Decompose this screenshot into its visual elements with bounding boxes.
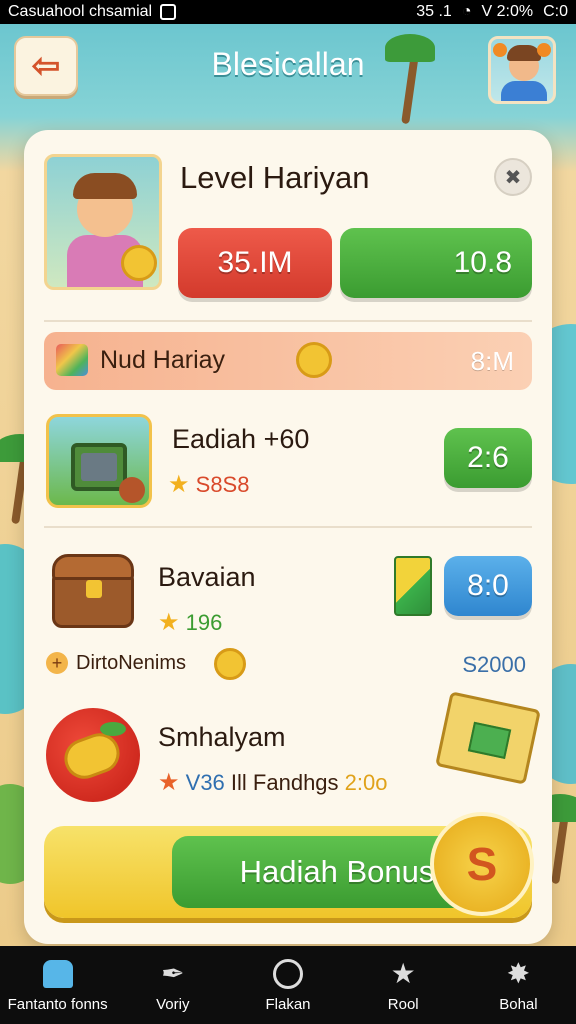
close-button[interactable]: ✖ (494, 158, 532, 196)
star-icon: ★ (158, 769, 180, 796)
flag-icon (394, 556, 432, 616)
divider (44, 320, 532, 322)
red-value-button[interactable]: 35.IM (178, 228, 332, 298)
treasure-chest-icon (48, 550, 138, 630)
row-sub-3: ★ V36 Ill Fandhgs 2:0o (158, 768, 388, 797)
tv-reward-thumbnail (46, 414, 152, 508)
back-button[interactable]: ⇦ (14, 36, 78, 96)
divider (44, 526, 532, 528)
nav-item-rool[interactable]: ★ Rool (346, 946, 461, 1024)
nav-item-bohal[interactable]: ✸ Bohal (461, 946, 576, 1024)
sub-bar-label: Nud Hariay (100, 346, 226, 374)
wifi-icon: ◔ (461, 3, 472, 20)
tv-icon (71, 443, 127, 491)
cube-icon (56, 344, 88, 376)
status-bar: Casuahool chsamial 35 .1 ◔ V 2:0% C:0 (0, 0, 576, 24)
row-sub-value-2: 196 (185, 610, 223, 635)
carrier-name: Casuahool chsamial (8, 3, 153, 20)
notification-icon (160, 4, 177, 20)
character-portrait (44, 154, 162, 290)
sparkle-icon: ✸ (506, 958, 531, 989)
header: ⇦ Blesicallan (0, 24, 576, 112)
green-value-button[interactable]: 10.8 (340, 228, 532, 298)
sub-bar-value: 8:M (470, 346, 514, 376)
star-icon: ★ (158, 609, 180, 636)
row-sub-value-3: 2:0o (344, 770, 388, 795)
compass-icon (271, 958, 305, 990)
avatar[interactable] (488, 36, 556, 104)
row-sub-2: ★ 196 (158, 608, 222, 637)
signal-text: 35 .1 (416, 3, 452, 20)
row-sub-value-1: S8S8 (195, 472, 250, 497)
nav-item-home[interactable]: Fantanto fonns (0, 946, 115, 1024)
nav-label-flakan: Flakan (265, 995, 311, 1013)
row-title-2: Bavaian (158, 562, 256, 592)
dollar-badge-icon: S (430, 812, 534, 916)
row-sub-1: ★ S8S8 (168, 470, 249, 499)
plus-icon: + (46, 652, 68, 674)
bottom-nav: Fantanto fonns ✒ Voriy Flakan ★ Rool ✸ B… (0, 946, 576, 1024)
row-sub-prefix-3: V36 (185, 770, 225, 795)
info-line: + DirtoNenims S2000 (44, 648, 532, 682)
back-arrow-icon: ⇦ (31, 47, 61, 85)
star-icon: ★ (390, 958, 416, 989)
row-title-1: Eadiah +60 (172, 424, 310, 454)
home-icon (41, 958, 75, 990)
coin-icon (121, 245, 157, 281)
daily-sub-bar[interactable]: Nud Hariay 8:M (44, 332, 532, 390)
row-title-3: Smhalyam (158, 722, 286, 752)
page-title: Blesicallan (211, 46, 365, 82)
battery-text: V 2:0% (481, 3, 534, 20)
level-title: Level Hariyan (180, 160, 370, 195)
claim-button-1[interactable]: 2:6 (444, 428, 532, 488)
extra-status: C:0 (543, 3, 568, 20)
close-icon: ✖ (504, 166, 522, 189)
nav-label-bohal: Bohal (499, 995, 538, 1013)
row-sub-text-3: Ill Fandhgs (230, 770, 339, 795)
info-label: DirtoNenims (76, 652, 187, 674)
nav-item-voriy[interactable]: ✒ Voriy (115, 946, 230, 1024)
nav-label-rool: Rool (387, 995, 419, 1013)
coin-icon (296, 342, 332, 378)
nav-label-voriy: Voriy (156, 995, 190, 1013)
nav-item-flakan[interactable]: Flakan (230, 946, 345, 1024)
info-value: S2000 (462, 652, 526, 677)
nav-label-home: Fantanto fonns (7, 995, 108, 1013)
claim-button-2[interactable]: 8:0 (444, 556, 532, 616)
feather-icon: ✒ (161, 958, 185, 989)
fruit-icon (46, 708, 140, 802)
star-icon: ★ (168, 471, 190, 498)
coin-icon (214, 648, 246, 680)
